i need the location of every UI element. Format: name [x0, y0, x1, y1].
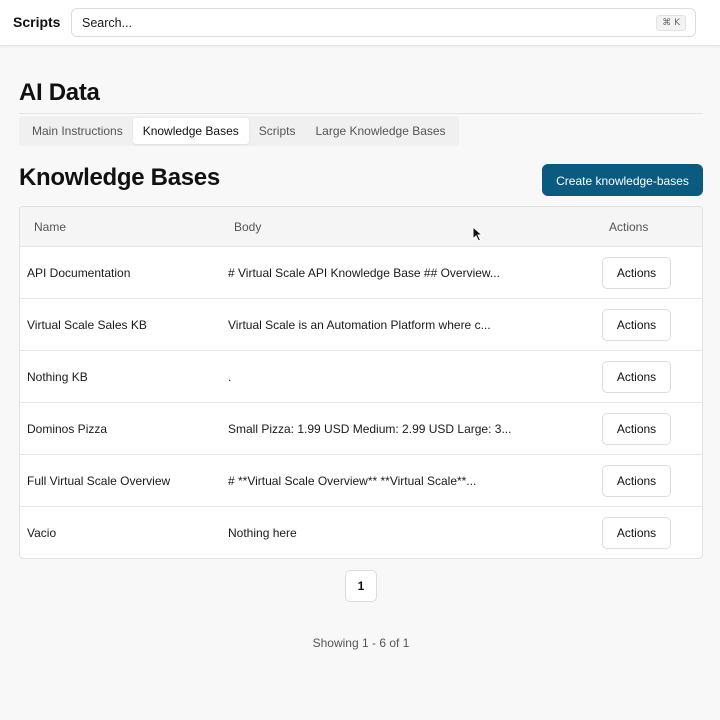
table-row[interactable]: Virtual Scale Sales KB Virtual Scale is … [20, 299, 702, 351]
tab-knowledge-bases[interactable]: Knowledge Bases [132, 118, 249, 144]
row-actions-button[interactable]: Actions [602, 361, 671, 393]
row-name: Dominos Pizza [27, 422, 108, 436]
row-actions-button[interactable]: Actions [602, 465, 671, 497]
mouse-cursor-icon [472, 226, 484, 242]
row-name: Full Virtual Scale Overview [27, 474, 171, 488]
pagination-page-button[interactable]: 1 [345, 570, 377, 602]
row-body: # Virtual Scale API Knowledge Base ## Ov… [228, 266, 500, 280]
tab-bar: Main Instructions Knowledge Bases Script… [19, 116, 459, 146]
row-actions-button[interactable]: Actions [602, 517, 671, 549]
top-bar: Scripts Search... ⌘ K [0, 0, 720, 46]
row-body: # **Virtual Scale Overview** **Virtual S… [228, 474, 477, 488]
table-row[interactable]: Vacio Nothing here Actions [20, 507, 702, 558]
row-name: Virtual Scale Sales KB [27, 318, 147, 332]
tab-large-knowledge-bases[interactable]: Large Knowledge Bases [305, 118, 455, 144]
row-name: Nothing KB [27, 370, 88, 384]
search-input[interactable]: Search... ⌘ K [71, 8, 696, 37]
row-actions-button[interactable]: Actions [602, 309, 671, 341]
row-name: API Documentation [27, 266, 131, 280]
pagination-summary: Showing 1 - 6 of 1 [312, 636, 410, 650]
create-knowledge-base-button[interactable]: Create knowledge-bases [542, 164, 703, 196]
table-header: Name Body Actions [20, 207, 702, 247]
table-row[interactable]: Nothing KB . Actions [20, 351, 702, 403]
tab-scripts[interactable]: Scripts [249, 118, 306, 144]
knowledge-bases-table: Name Body Actions API Documentation # Vi… [19, 206, 703, 559]
column-header-actions: Actions [609, 220, 649, 234]
row-name: Vacio [27, 526, 57, 540]
tab-main-instructions[interactable]: Main Instructions [22, 118, 133, 144]
table-row[interactable]: API Documentation # Virtual Scale API Kn… [20, 247, 702, 299]
app-title[interactable]: Scripts [13, 14, 60, 30]
section-title: Knowledge Bases [19, 164, 220, 191]
row-body: Small Pizza: 1.99 USD Medium: 2.99 USD L… [228, 422, 512, 436]
search-placeholder: Search... [82, 16, 133, 30]
page-title: AI Data [19, 79, 100, 106]
column-header-body: Body [234, 220, 262, 234]
row-actions-button[interactable]: Actions [602, 413, 671, 445]
search-shortcut-badge: ⌘ K [656, 15, 686, 31]
divider [19, 113, 703, 114]
row-body: Virtual Scale is an Automation Platform … [228, 318, 491, 332]
row-body: . [228, 370, 232, 384]
column-header-name: Name [34, 220, 67, 234]
table-row[interactable]: Dominos Pizza Small Pizza: 1.99 USD Medi… [20, 403, 702, 455]
row-actions-button[interactable]: Actions [602, 257, 671, 289]
table-row[interactable]: Full Virtual Scale Overview # **Virtual … [20, 455, 702, 507]
row-body: Nothing here [228, 526, 297, 540]
